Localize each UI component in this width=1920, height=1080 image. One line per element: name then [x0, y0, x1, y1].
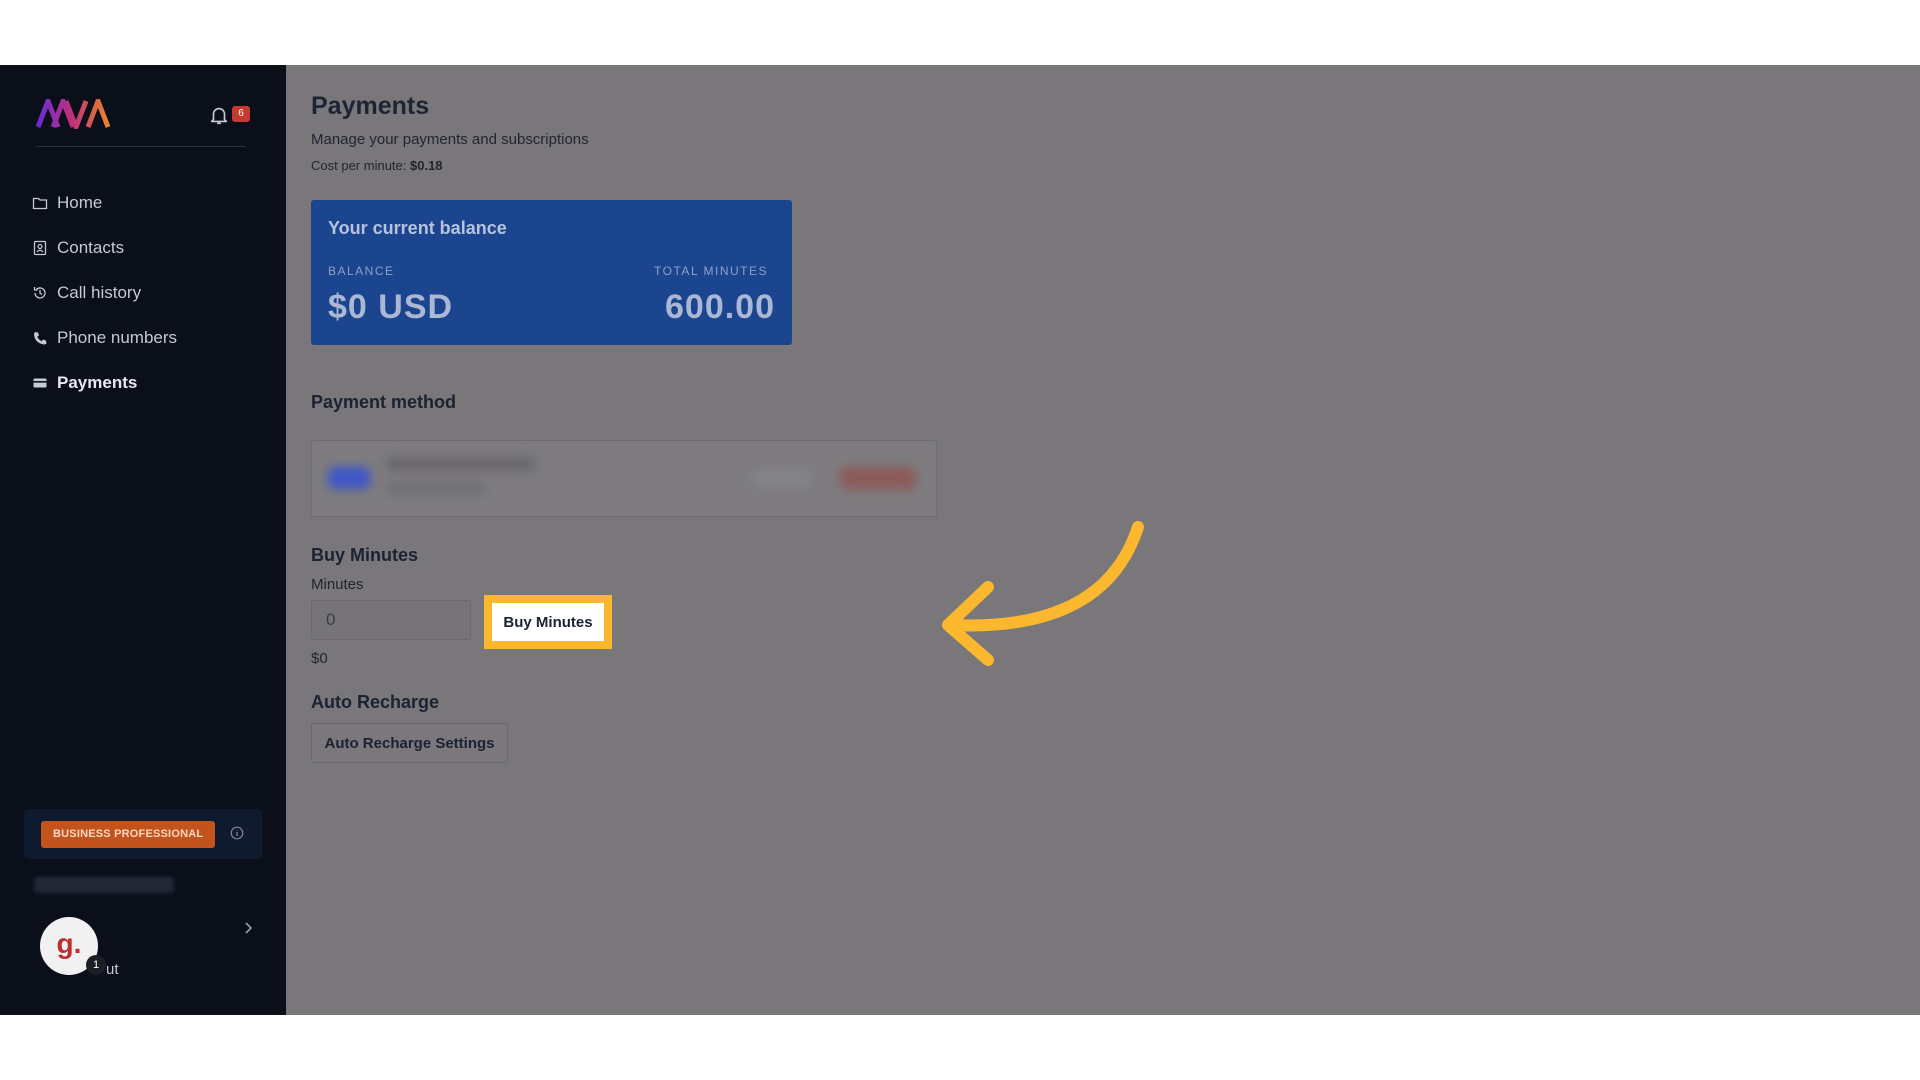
- sidebar-divider: [36, 146, 246, 147]
- sidebar-item-label: Call history: [57, 282, 142, 302]
- notification-badge: 6: [232, 106, 250, 122]
- total-minutes-label: TOTAL MINUTES: [654, 264, 768, 278]
- history-icon: [33, 286, 46, 299]
- plan-box: BUSINESS PROFESSIONAL: [24, 809, 262, 859]
- sidebar-item-home[interactable]: Home: [32, 180, 272, 225]
- balance-card-title: Your current balance: [328, 218, 507, 238]
- minutes-label: Minutes: [311, 576, 364, 593]
- buy-minutes-button[interactable]: Buy Minutes: [492, 603, 604, 641]
- page-title: Payments: [311, 92, 430, 120]
- folder-icon: [32, 197, 48, 209]
- card-icon: [33, 378, 47, 387]
- balance-value: $0 USD: [328, 288, 454, 326]
- buy-minutes-title: Buy Minutes: [311, 545, 419, 565]
- payment-method-card: [311, 440, 937, 517]
- payment-method-title: Payment method: [311, 392, 457, 412]
- ava-logo[interactable]: [36, 99, 110, 129]
- sidebar-item-phone-numbers[interactable]: Phone numbers: [32, 315, 272, 360]
- curved-arrow-icon: [942, 521, 1144, 666]
- sidebar-nav: Home Contacts Call history Phone numbers…: [32, 180, 272, 405]
- blurred-update-button[interactable]: [752, 469, 812, 487]
- sidebar-item-label: Home: [57, 192, 103, 212]
- avatar-count-badge: 1: [86, 955, 106, 975]
- total-minutes-value: 600.00: [665, 288, 775, 326]
- auto-recharge-settings-button[interactable]: Auto Recharge Settings: [311, 723, 508, 763]
- cost-label: Cost per minute:: [311, 158, 407, 173]
- balance-label: BALANCE: [328, 264, 395, 278]
- blurred-remove-button[interactable]: [840, 467, 916, 489]
- contacts-icon: [33, 240, 47, 255]
- phone-icon: [34, 331, 47, 344]
- blurred-account-name: [34, 877, 174, 893]
- sidebar-item-contacts[interactable]: Contacts: [32, 225, 272, 270]
- sidebar-item-call-history[interactable]: Call history: [32, 270, 272, 315]
- sidebar: 6 Home Contacts Call history Phone numbe…: [0, 65, 286, 1015]
- logout-label: ut: [106, 961, 119, 978]
- app-frame: 6 Home Contacts Call history Phone numbe…: [0, 65, 1920, 1015]
- page-subtitle: Manage your payments and subscriptions: [311, 131, 589, 148]
- sidebar-item-label: Contacts: [57, 237, 125, 257]
- sidebar-item-payments[interactable]: Payments: [32, 360, 272, 405]
- cost-value: $0.18: [410, 158, 443, 173]
- blurred-card-name: [386, 457, 536, 471]
- main-content: Payments Manage your payments and subscr…: [286, 65, 1920, 1015]
- sidebar-item-label: Payments: [57, 372, 138, 392]
- bell-icon[interactable]: [208, 103, 230, 127]
- minutes-input[interactable]: [311, 600, 471, 640]
- blurred-card-expiry: [386, 483, 486, 493]
- cost-per-minute: Cost per minute: $0.18: [311, 158, 443, 173]
- info-icon[interactable]: [230, 826, 244, 840]
- chevron-right-icon[interactable]: [242, 921, 254, 935]
- sidebar-item-label: Phone numbers: [57, 327, 178, 347]
- blurred-card-logo: [328, 467, 370, 489]
- price-total: $0: [311, 650, 328, 667]
- auto-recharge-title: Auto Recharge: [311, 692, 440, 712]
- plan-badge[interactable]: BUSINESS PROFESSIONAL: [41, 821, 216, 848]
- balance-card: Your current balance BALANCE TOTAL MINUT…: [311, 200, 792, 345]
